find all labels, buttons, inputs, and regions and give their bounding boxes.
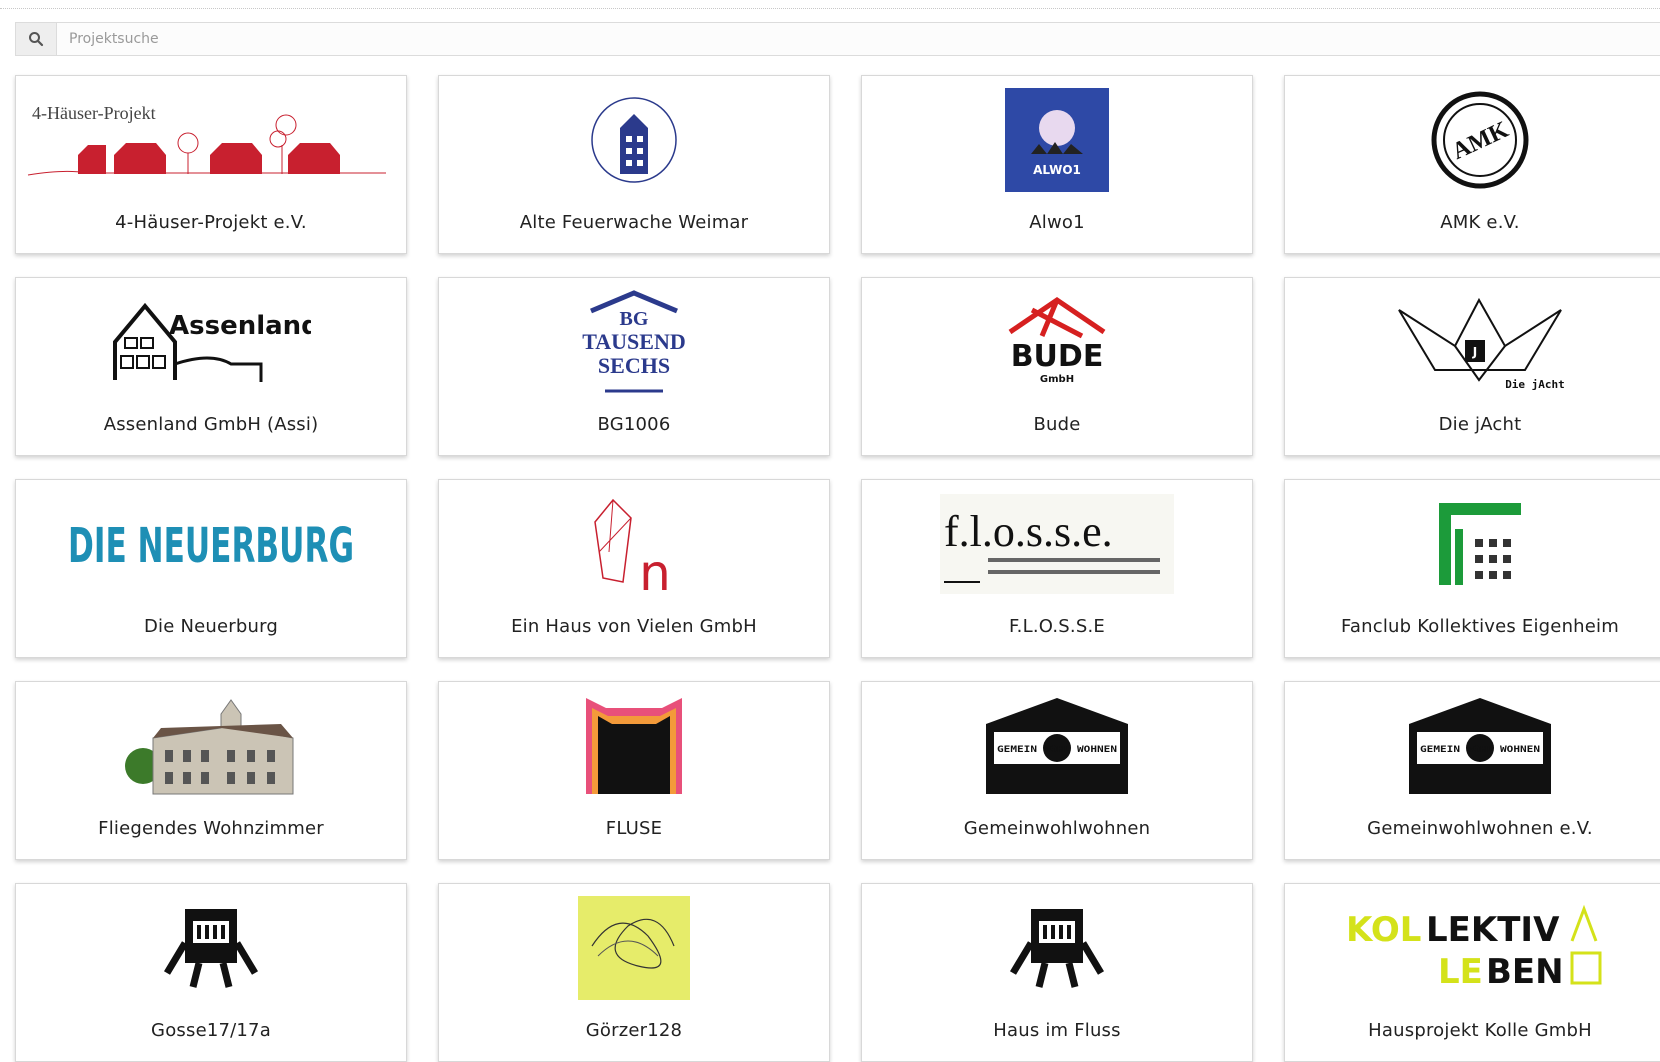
project-card[interactable]: f.l.o.s.s.e. F.L.O.S.S.E <box>861 479 1253 658</box>
project-card[interactable]: BG TAUSEND SECHS BG1006 <box>438 277 830 456</box>
top-divider <box>0 8 1660 9</box>
project-logo <box>862 890 1252 1006</box>
project-card[interactable]: ALWO1 Alwo1 <box>861 75 1253 254</box>
svg-text:Die jAcht: Die jAcht <box>1505 378 1565 391</box>
svg-text:BUDE: BUDE <box>1011 339 1104 374</box>
svg-text:4-Häuser-Projekt: 4-Häuser-Projekt <box>32 103 156 123</box>
project-name: Bude <box>1033 414 1081 435</box>
project-name: FLUSE <box>605 818 663 839</box>
project-logo: BUDE GmbH <box>862 284 1252 400</box>
svg-text:n: n <box>639 544 671 596</box>
project-card[interactable]: FLUSE <box>438 681 830 860</box>
project-search <box>15 22 1660 56</box>
project-name: Alte Feuerwache Weimar <box>519 212 749 233</box>
svg-text:ALWO1: ALWO1 <box>1033 163 1081 177</box>
search-input[interactable] <box>57 23 1660 55</box>
svg-text:Assenland: Assenland <box>169 311 311 341</box>
project-card[interactable]: KOL LEKTIV LE BEN Hausprojekt Kolle GmbH <box>1284 883 1660 1062</box>
project-card[interactable]: Fliegendes Wohnzimmer <box>15 681 407 860</box>
svg-text:GEMEIN WOHL WOHNEN: GEMEIN WOHL WOHNEN <box>997 745 1117 755</box>
project-name: AMK e.V. <box>1440 212 1520 233</box>
project-logo <box>439 688 829 804</box>
svg-text:J: J <box>1472 345 1477 359</box>
project-card[interactable]: J Die jAcht Die jAcht <box>1284 277 1660 456</box>
project-card[interactable]: Görzer128 <box>438 883 830 1062</box>
project-card[interactable]: Alte Feuerwache Weimar <box>438 75 830 254</box>
project-name: BG1006 <box>597 414 671 435</box>
svg-text:KOL: KOL <box>1346 910 1421 950</box>
svg-text:BG: BG <box>620 308 649 330</box>
project-logo: Assenland <box>16 284 406 400</box>
project-logo: DIE NEUERBURG <box>16 486 406 602</box>
project-name: Gemeinwohlwohnen e.V. <box>1367 818 1593 839</box>
project-name: Haus im Fluss <box>993 1020 1121 1041</box>
project-name: 4-Häuser-Projekt e.V. <box>115 212 307 233</box>
svg-text:GmbH: GmbH <box>1040 374 1074 385</box>
project-logo <box>439 890 829 1006</box>
project-logo <box>439 82 829 198</box>
project-card[interactable]: n Ein Haus von Vielen GmbH <box>438 479 830 658</box>
project-name: Ein Haus von Vielen GmbH <box>511 616 757 637</box>
search-button[interactable] <box>16 23 57 55</box>
project-name: Fliegendes Wohnzimmer <box>98 818 324 839</box>
project-card[interactable]: AMK AMK e.V. <box>1284 75 1660 254</box>
project-card[interactable]: 4-Häuser-Projekt 4-Häuser-Projekt e.V. <box>15 75 407 254</box>
project-logo: KOL LEKTIV LE BEN <box>1285 890 1660 1006</box>
project-name: Die Neuerburg <box>143 616 279 637</box>
project-logo: 4-Häuser-Projekt <box>16 82 406 198</box>
svg-text:LEKTIV: LEKTIV <box>1426 910 1560 950</box>
project-card[interactable]: BUDE GmbH Bude <box>861 277 1253 456</box>
project-card[interactable]: Fanclub Kollektives Eigenheim <box>1284 479 1660 658</box>
project-logo: AMK <box>1285 82 1660 198</box>
project-logo: GEMEIN WOHL WOHNEN <box>1285 688 1660 804</box>
project-logo: GEMEIN WOHL WOHNEN <box>862 688 1252 804</box>
project-logo: BG TAUSEND SECHS <box>439 284 829 400</box>
project-card[interactable]: Assenland Assenland GmbH (Assi) <box>15 277 407 456</box>
project-name: Fanclub Kollektives Eigenheim <box>1341 616 1619 637</box>
svg-text:BEN: BEN <box>1486 952 1564 992</box>
project-name: Gemeinwohlwohnen <box>963 818 1151 839</box>
svg-text:GEMEIN WOHL WOHNEN: GEMEIN WOHL WOHNEN <box>1420 745 1540 755</box>
project-name: Hausprojekt Kolle GmbH <box>1368 1020 1592 1041</box>
svg-text:TAUSEND: TAUSEND <box>582 329 686 354</box>
project-name: Gosse17/17a <box>151 1020 271 1041</box>
project-card[interactable]: Gosse17/17a <box>15 883 407 1062</box>
project-name: Alwo1 <box>1029 212 1085 233</box>
project-name: Assenland GmbH (Assi) <box>103 414 319 435</box>
project-logo: f.l.o.s.s.e. <box>862 486 1252 602</box>
project-card[interactable]: GEMEIN WOHL WOHNEN Gemeinwohlwohnen e.V. <box>1284 681 1660 860</box>
project-card[interactable]: DIE NEUERBURG Die Neuerburg <box>15 479 407 658</box>
project-name: F.L.O.S.S.E <box>1009 616 1105 637</box>
project-grid: 4-Häuser-Projekt 4-Häuser-Projekt e.V. A… <box>15 75 1660 1062</box>
project-logo: n <box>439 486 829 602</box>
svg-text:f.l.o.s.s.e.: f.l.o.s.s.e. <box>944 507 1113 556</box>
project-name: Görzer128 <box>585 1020 683 1041</box>
project-logo <box>16 890 406 1006</box>
project-name: Die jAcht <box>1438 414 1522 435</box>
project-card[interactable]: Haus im Fluss <box>861 883 1253 1062</box>
project-logo <box>16 688 406 804</box>
project-logo <box>1285 486 1660 602</box>
project-logo: ALWO1 <box>862 82 1252 198</box>
svg-text:LE: LE <box>1438 952 1483 992</box>
svg-text:DIE NEUERBURG: DIE NEUERBURG <box>68 518 354 574</box>
project-logo: J Die jAcht <box>1285 284 1660 400</box>
search-icon <box>29 32 44 47</box>
project-card[interactable]: GEMEIN WOHL WOHNEN Gemeinwohlwohnen <box>861 681 1253 860</box>
svg-text:SECHS: SECHS <box>598 353 670 378</box>
